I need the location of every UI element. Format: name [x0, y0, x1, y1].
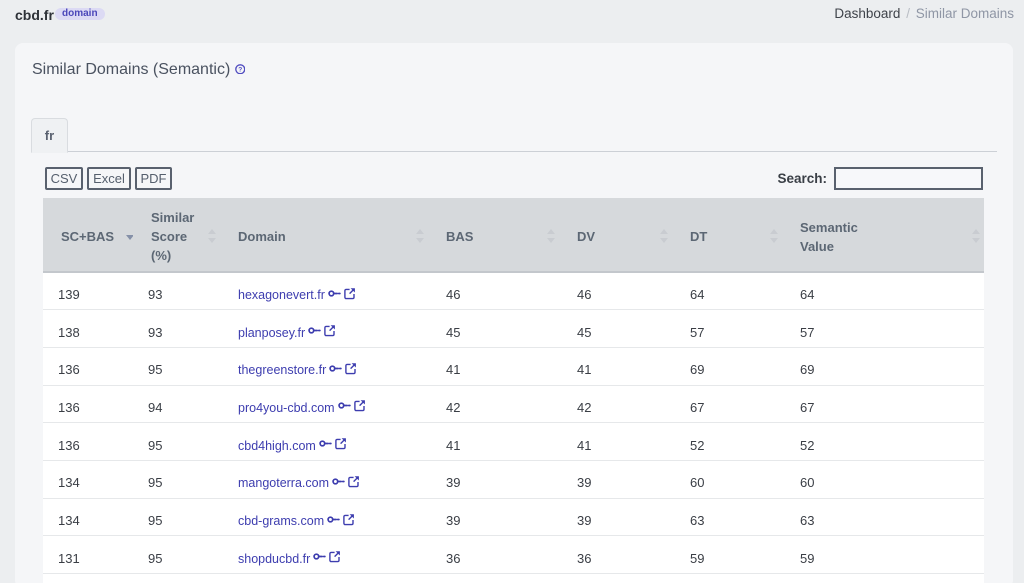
- svg-text:?: ?: [238, 66, 242, 73]
